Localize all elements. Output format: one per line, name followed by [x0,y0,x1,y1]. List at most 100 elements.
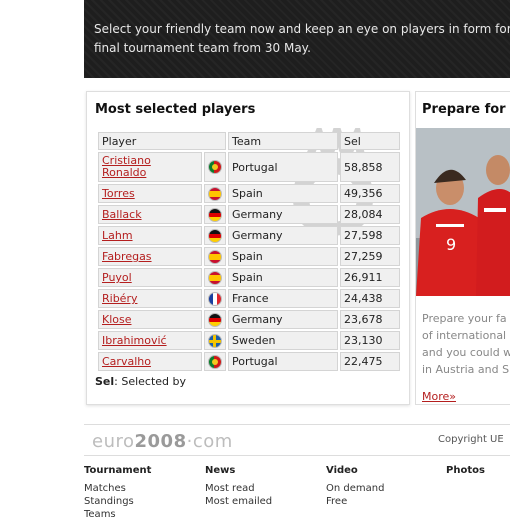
flag-cell [204,205,226,224]
footer-link[interactable]: Matches [84,482,151,495]
player-cell: Fabregas [98,247,202,266]
selected-count: 26,911 [340,268,400,287]
team-cell: Germany [228,310,338,329]
logo-part-right: ·com [186,431,233,452]
player-link[interactable]: Lahm [102,229,133,242]
panel-title: Most selected players [95,102,256,117]
footer-link[interactable]: Standings [84,495,151,508]
legend-key: Sel [95,375,115,388]
spain-flag-icon [208,249,222,264]
team-cell: Portugal [228,152,338,182]
prepare-text-line: and you could w [422,346,510,359]
flag-cell [204,310,226,329]
footer-link[interactable]: Teams [84,508,151,521]
selected-count: 27,598 [340,226,400,245]
player-link[interactable]: Fabregas [102,250,152,263]
team-cell: Sweden [228,331,338,350]
footer-link[interactable]: Most read [205,482,272,495]
col-header-team[interactable]: Team [228,132,338,150]
selected-count: 22,475 [340,352,400,371]
player-link[interactable]: Torres [102,187,135,200]
player-cell: Lahm [98,226,202,245]
team-cell: France [228,289,338,308]
table-row: Puyol Spain 26,911 [98,268,400,287]
player-cell: Puyol [98,268,202,287]
footer-heading: News [205,465,236,476]
table-row: Klose Germany 23,678 [98,310,400,329]
team-cell: Spain [228,268,338,287]
footer-divider-2 [84,455,510,456]
prepare-text-line: Prepare your fa [422,312,507,325]
footer-heading: Video [326,465,358,476]
prepare-panel: Prepare for M 9 Prepare your fa of inter… [415,91,510,405]
table-legend: Sel: Selected by [95,375,186,388]
footer-link[interactable]: Free [326,495,384,508]
team-cell: Portugal [228,352,338,371]
spain-flag-icon [208,186,222,201]
banner-line-2: final tournament team from 30 May. [94,41,311,55]
footer-column-video: Video On demand Free [326,464,384,508]
player-link[interactable]: Ibrahimović [102,334,167,347]
spain-flag-icon [208,270,222,285]
table-row: Lahm Germany 27,598 [98,226,400,245]
table-row: Ibrahimović Sweden 23,130 [98,331,400,350]
svg-text:9: 9 [446,235,456,254]
table-row: Cristiano Ronaldo Portugal 58,858 [98,152,400,182]
table-header-row: Player Team Sel [98,132,400,150]
footer-heading: Photos [446,465,485,476]
more-link[interactable]: More» [422,390,456,403]
table-row: Fabregas Spain 27,259 [98,247,400,266]
banner-line-1: Select your friendly team now and keep a… [94,22,510,36]
col-header-player[interactable]: Player [98,132,226,150]
sweden-flag-icon [208,333,222,348]
selected-count: 23,678 [340,310,400,329]
footer-link[interactable]: On demand [326,482,384,495]
players-image-icon: 9 [416,128,510,296]
players-table: Player Team Sel Cristiano Ronaldo Portug… [96,130,402,373]
flag-cell [204,184,226,203]
france-flag-icon [208,291,222,306]
player-link[interactable]: Cristiano Ronaldo [102,155,198,179]
col-header-sel[interactable]: Sel [340,132,400,150]
player-link[interactable]: Ribéry [102,292,137,305]
selected-count: 24,438 [340,289,400,308]
player-link[interactable]: Carvalho [102,355,151,368]
table-row: Torres Spain 49,356 [98,184,400,203]
flag-cell [204,268,226,287]
flag-cell [204,247,226,266]
footer-column-photos: Photos [446,464,485,482]
portugal-flag-icon [208,160,222,174]
player-cell: Ribéry [98,289,202,308]
euro2008-logo[interactable]: euro2008·com [92,431,233,452]
selected-count: 58,858 [340,152,400,182]
portugal-flag-icon [208,354,222,369]
flag-cell [204,152,226,182]
flag-cell [204,226,226,245]
footer-divider [84,424,510,425]
player-link[interactable]: Ballack [102,208,142,221]
selected-count: 49,356 [340,184,400,203]
footer-column-news: News Most read Most emailed [205,464,272,508]
footer-heading: Tournament [84,465,152,476]
germany-flag-icon [208,207,222,222]
footer-link[interactable]: Most emailed [205,495,272,508]
player-cell: Klose [98,310,202,329]
legend-text: : Selected by [114,375,187,388]
player-link[interactable]: Puyol [102,271,132,284]
flag-cell [204,331,226,350]
copyright-text: Copyright UE [438,434,504,445]
footer-column-tournament: Tournament Matches Standings Teams [84,464,151,521]
prepare-text-line: of international [422,329,507,342]
selected-count: 28,084 [340,205,400,224]
team-cell: Spain [228,184,338,203]
logo-part-left: euro [92,431,135,452]
player-link[interactable]: Klose [102,313,132,326]
player-cell: Ballack [98,205,202,224]
prepare-text: Prepare your fa of international and you… [422,310,510,378]
flag-cell [204,289,226,308]
prepare-title: Prepare for M [422,102,510,117]
promo-banner: Select your friendly team now and keep a… [84,0,510,78]
team-cell: Germany [228,226,338,245]
player-cell: Torres [98,184,202,203]
most-selected-panel: Most selected players Player Team Sel Cr… [86,91,410,405]
